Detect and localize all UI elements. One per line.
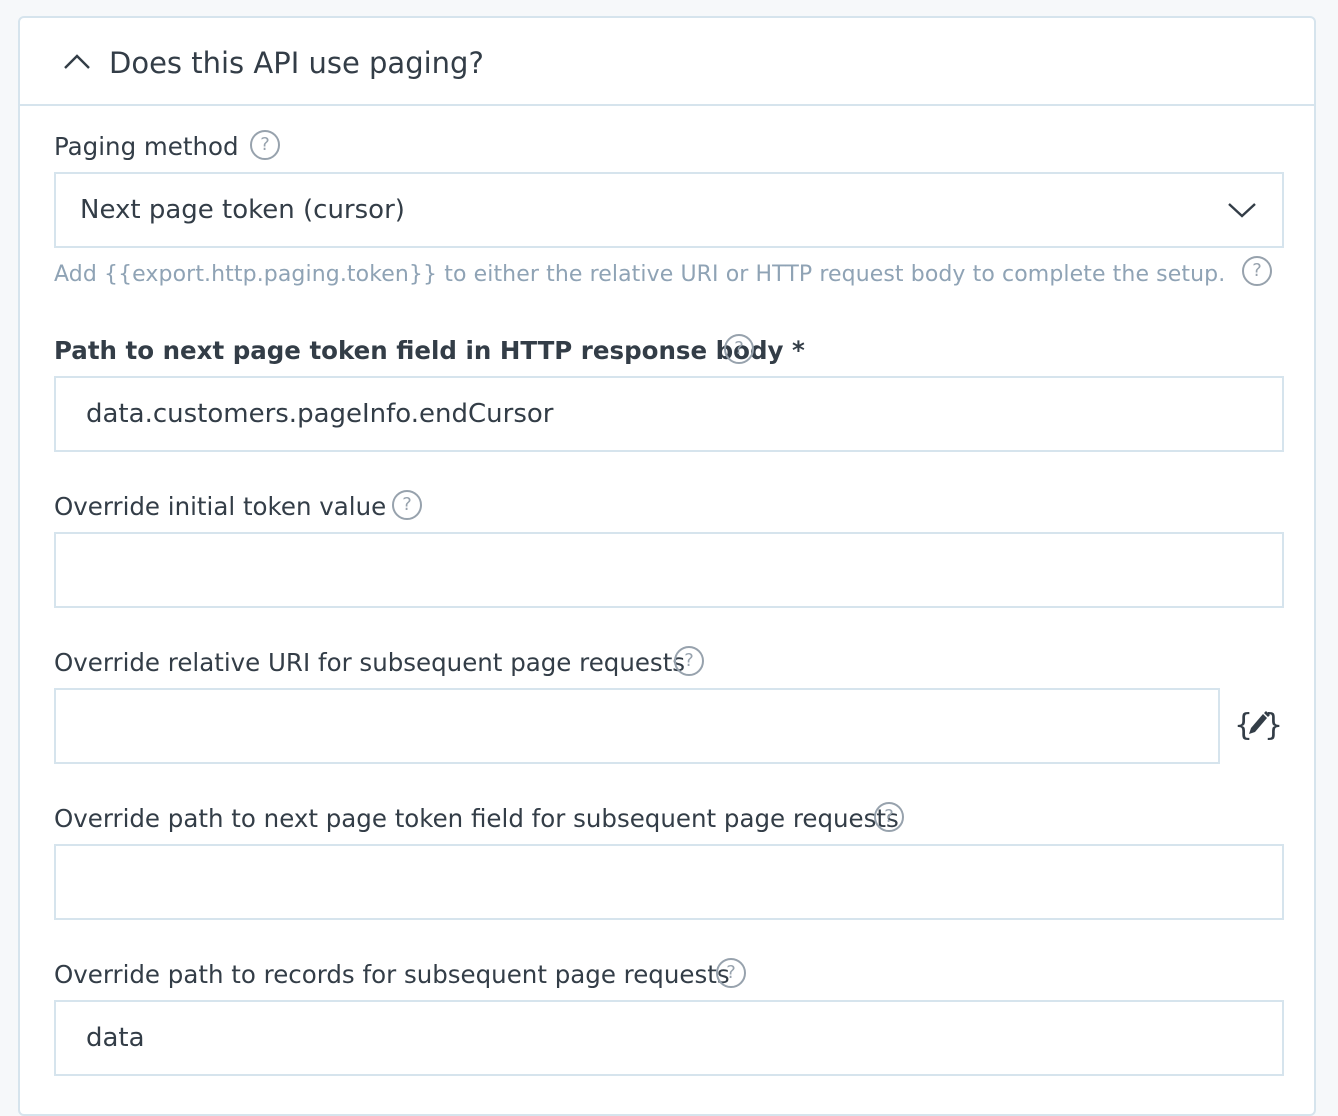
svg-text:{: { [1234,708,1253,743]
records-path-input[interactable]: data [54,1000,1284,1076]
question-circle-icon[interactable]: ? [716,958,746,988]
paging-method-label: Paging method [54,132,239,161]
paging-method-hint: Add {{export.http.paging.token}} to eith… [54,262,1226,287]
token-path-label: Path to next page token field in HTTP re… [54,336,805,365]
question-circle-icon[interactable]: ? [250,130,280,160]
initial-token-input[interactable] [54,532,1284,608]
handlebars-editor-icon[interactable]: { } [1234,704,1282,744]
paging-method-value: Next page token (cursor) [80,195,405,225]
panel-header[interactable]: Does this API use paging? [20,18,1314,106]
paging-method-select[interactable]: Next page token (cursor) [54,172,1284,248]
chevron-down-icon[interactable] [1228,202,1256,218]
question-circle-icon[interactable]: ? [874,802,904,832]
paging-panel: Does this API use paging? Paging method … [18,16,1316,1116]
panel-title: Does this API use paging? [109,46,484,80]
subsequent-token-path-label: Override path to next page token field f… [54,804,899,833]
relative-uri-label: Override relative URI for subsequent pag… [54,648,686,677]
question-circle-icon[interactable]: ? [392,490,422,520]
subsequent-token-path-input[interactable] [54,844,1284,920]
relative-uri-input[interactable] [54,688,1220,764]
initial-token-label: Override initial token value [54,492,387,521]
records-path-label: Override path to records for subsequent … [54,960,730,989]
token-path-input[interactable]: data.customers.pageInfo.endCursor [54,376,1284,452]
question-circle-icon[interactable]: ? [674,646,704,676]
chevron-up-icon[interactable] [64,54,90,70]
question-circle-icon[interactable]: ? [724,334,754,364]
question-circle-icon[interactable]: ? [1242,256,1272,286]
